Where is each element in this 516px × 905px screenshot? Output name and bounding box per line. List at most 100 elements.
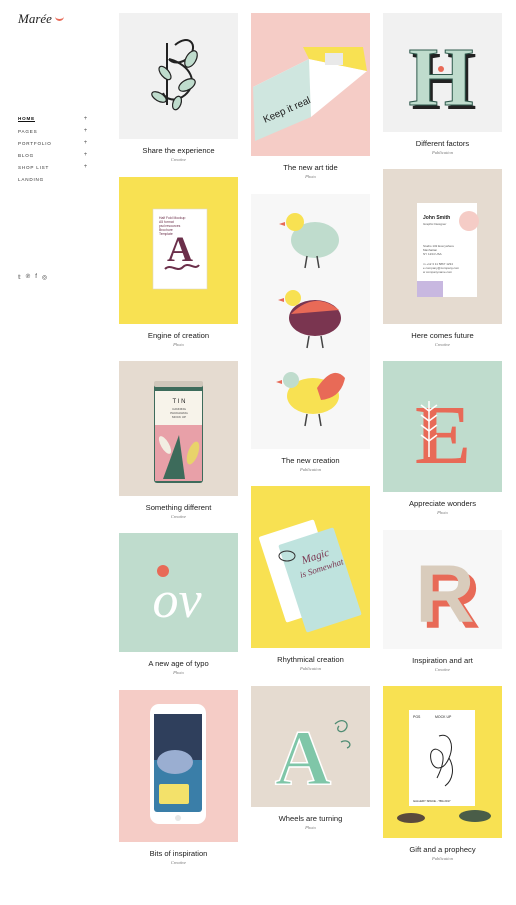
portfolio-thumbnail[interactable]: ov — [119, 533, 238, 652]
phone-mockup-illustration — [150, 704, 206, 824]
portfolio-category[interactable]: Creative — [119, 860, 238, 865]
letter-h: H — [408, 31, 473, 124]
brand-logo[interactable]: Marée — [18, 11, 64, 27]
portfolio-item[interactable]: Keep it real The new art tide Photo — [251, 13, 370, 179]
portfolio-title[interactable]: Inspiration and art — [383, 656, 502, 665]
portfolio-thumbnail[interactable] — [119, 13, 238, 139]
letter-h-illustration: H H — [408, 31, 477, 129]
expand-plus-icon[interactable]: + — [84, 164, 88, 170]
logo-wave-icon — [54, 15, 64, 21]
portfolio-item[interactable]: E Appreciate wonders Photo — [383, 361, 502, 515]
letter-a-green: A — [275, 714, 331, 801]
portfolio-title[interactable]: A new age of typo — [119, 659, 238, 668]
portfolio-item[interactable]: A Half Fold Mockup A5 format psd resourc… — [119, 177, 238, 347]
portfolio-item[interactable]: R R Inspiration and art Creative — [383, 530, 502, 672]
nav-label[interactable]: Portfolio — [18, 141, 52, 146]
nav-label[interactable]: Pages — [18, 129, 38, 134]
brand-name[interactable]: Marée — [18, 11, 52, 27]
instagram-icon[interactable]: ◎ — [42, 274, 47, 281]
facebook-icon[interactable]: f — [35, 274, 37, 281]
tin-can-mockup-illustration: T I N CANNING PACKAGING MOCK UP — [154, 381, 203, 483]
expand-plus-icon[interactable]: + — [84, 116, 88, 122]
portfolio-item[interactable]: T I N CANNING PACKAGING MOCK UP Somethin… — [119, 361, 238, 519]
typo-letters: ov — [152, 572, 202, 629]
portfolio-thumbnail[interactable]: A Half Fold Mockup A5 format psd resourc… — [119, 177, 238, 324]
poster-title: MOCK UP — [435, 715, 452, 719]
nav-item-home[interactable]: Home + — [18, 113, 88, 125]
portfolio-category[interactable]: Photo — [383, 510, 502, 515]
card-mockup-illustration: Magic is Somewhat — [259, 519, 362, 633]
portfolio-category[interactable]: Photo — [119, 342, 238, 347]
portfolio-thumbnail[interactable]: R R — [383, 530, 502, 649]
portfolio-category[interactable]: Photo — [119, 670, 238, 675]
portfolio-title[interactable]: Wheels are turning — [251, 814, 370, 823]
nav-item-portfolio[interactable]: Portfolio + — [18, 137, 88, 149]
nav-item-blog[interactable]: Blog + — [18, 149, 88, 161]
portfolio-title[interactable]: Something different — [119, 503, 238, 512]
portfolio-item[interactable]: H H Different factors Publication — [383, 13, 502, 155]
social-links: 𝕥 ℗ f ◎ — [18, 274, 47, 281]
portfolio-title[interactable]: The new creation — [251, 456, 370, 465]
portfolio-category[interactable]: Publication — [251, 467, 370, 472]
portfolio-title[interactable]: Different factors — [383, 139, 502, 148]
portfolio-title[interactable]: Engine of creation — [119, 331, 238, 340]
portfolio-category[interactable]: Publication — [251, 666, 370, 671]
brochure-line-5: Template — [159, 232, 173, 236]
portfolio-thumbnail[interactable] — [119, 690, 238, 842]
portfolio-title[interactable]: Appreciate wonders — [383, 499, 502, 508]
tin-sub-3: MOCK UP — [172, 415, 186, 419]
expand-plus-icon[interactable]: + — [84, 152, 88, 158]
portfolio-category[interactable]: Creative — [119, 157, 238, 162]
portfolio-thumbnail[interactable] — [251, 194, 370, 449]
portfolio-title[interactable]: The new art tide — [251, 163, 370, 172]
letter-e-illustration: E — [415, 389, 471, 482]
portfolio-item[interactable]: John Smith Graphic Designer Studio 132 E… — [383, 169, 502, 347]
portfolio-thumbnail[interactable]: PGS MOCK UP GALLERY SPACE - TBA 2017 — [383, 686, 502, 838]
portfolio-title[interactable]: Here comes future — [383, 331, 502, 340]
nav-item-pages[interactable]: Pages + — [18, 125, 88, 137]
poster-mockup-illustration: PGS MOCK UP GALLERY SPACE - TBA 2017 — [397, 710, 491, 823]
nav-label[interactable]: Landing — [18, 177, 44, 182]
portfolio-category[interactable]: Creative — [119, 514, 238, 519]
twitter-icon[interactable]: 𝕥 — [18, 274, 21, 281]
nav-item-shop-list[interactable]: Shop List + — [18, 161, 88, 173]
nav-label[interactable]: Blog — [18, 153, 34, 158]
brochure-mockup-illustration: A Half Fold Mockup A5 format psd resourc… — [152, 208, 208, 290]
portfolio-title[interactable]: Gift and a prophecy — [383, 845, 502, 854]
portfolio-item[interactable]: ov A new age of typo Photo — [119, 533, 238, 675]
portfolio-thumbnail[interactable]: Keep it real — [251, 13, 370, 156]
letter-a-green-illustration: A — [274, 713, 351, 802]
nav-label[interactable]: Home — [18, 116, 35, 122]
portfolio-item[interactable]: A Wheels are turning Photo — [251, 686, 370, 830]
expand-plus-icon[interactable]: + — [84, 140, 88, 146]
portfolio-category[interactable]: Creative — [383, 342, 502, 347]
nav-label[interactable]: Shop List — [18, 165, 49, 170]
portfolio-thumbnail[interactable]: H H — [383, 13, 502, 132]
portfolio-item[interactable]: Magic is Somewhat Rhythmical creation Pu… — [251, 486, 370, 671]
portfolio-category[interactable]: Photo — [251, 174, 370, 179]
portfolio-item[interactable]: The new creation Publication — [251, 194, 370, 472]
expand-plus-icon[interactable]: + — [84, 128, 88, 134]
portfolio-category[interactable]: Creative — [383, 667, 502, 672]
pinterest-icon[interactable]: ℗ — [26, 274, 30, 281]
portfolio-title[interactable]: Rhythmical creation — [251, 655, 370, 664]
nav-item-landing[interactable]: Landing — [18, 173, 88, 185]
letter-r-3d-illustration: R R — [415, 549, 480, 646]
portfolio-category[interactable]: Publication — [383, 150, 502, 155]
portfolio-thumbnail[interactable]: E — [383, 361, 502, 492]
portfolio-thumbnail[interactable]: Magic is Somewhat — [251, 486, 370, 648]
card-name: John Smith — [423, 215, 450, 221]
portfolio-title[interactable]: Share the experience — [119, 146, 238, 155]
portfolio-item[interactable]: PGS MOCK UP GALLERY SPACE - TBA 2017 Gif… — [383, 686, 502, 861]
portfolio-thumbnail[interactable]: T I N CANNING PACKAGING MOCK UP — [119, 361, 238, 496]
portfolio-item[interactable]: Share the experience Creative — [119, 13, 238, 162]
business-card-illustration: John Smith Graphic Designer Studio 132 E… — [417, 203, 479, 297]
portfolio-thumbnail[interactable]: John Smith Graphic Designer Studio 132 E… — [383, 169, 502, 324]
portfolio-title[interactable]: Bits of inspiration — [119, 849, 238, 858]
portfolio-category[interactable]: Publication — [383, 856, 502, 861]
tin-brand: T I N — [173, 399, 186, 405]
portfolio-category[interactable]: Photo — [251, 825, 370, 830]
portfolio-thumbnail[interactable]: A — [251, 686, 370, 807]
letter-e: E — [415, 389, 471, 482]
portfolio-item[interactable]: Bits of inspiration Creative — [119, 690, 238, 865]
